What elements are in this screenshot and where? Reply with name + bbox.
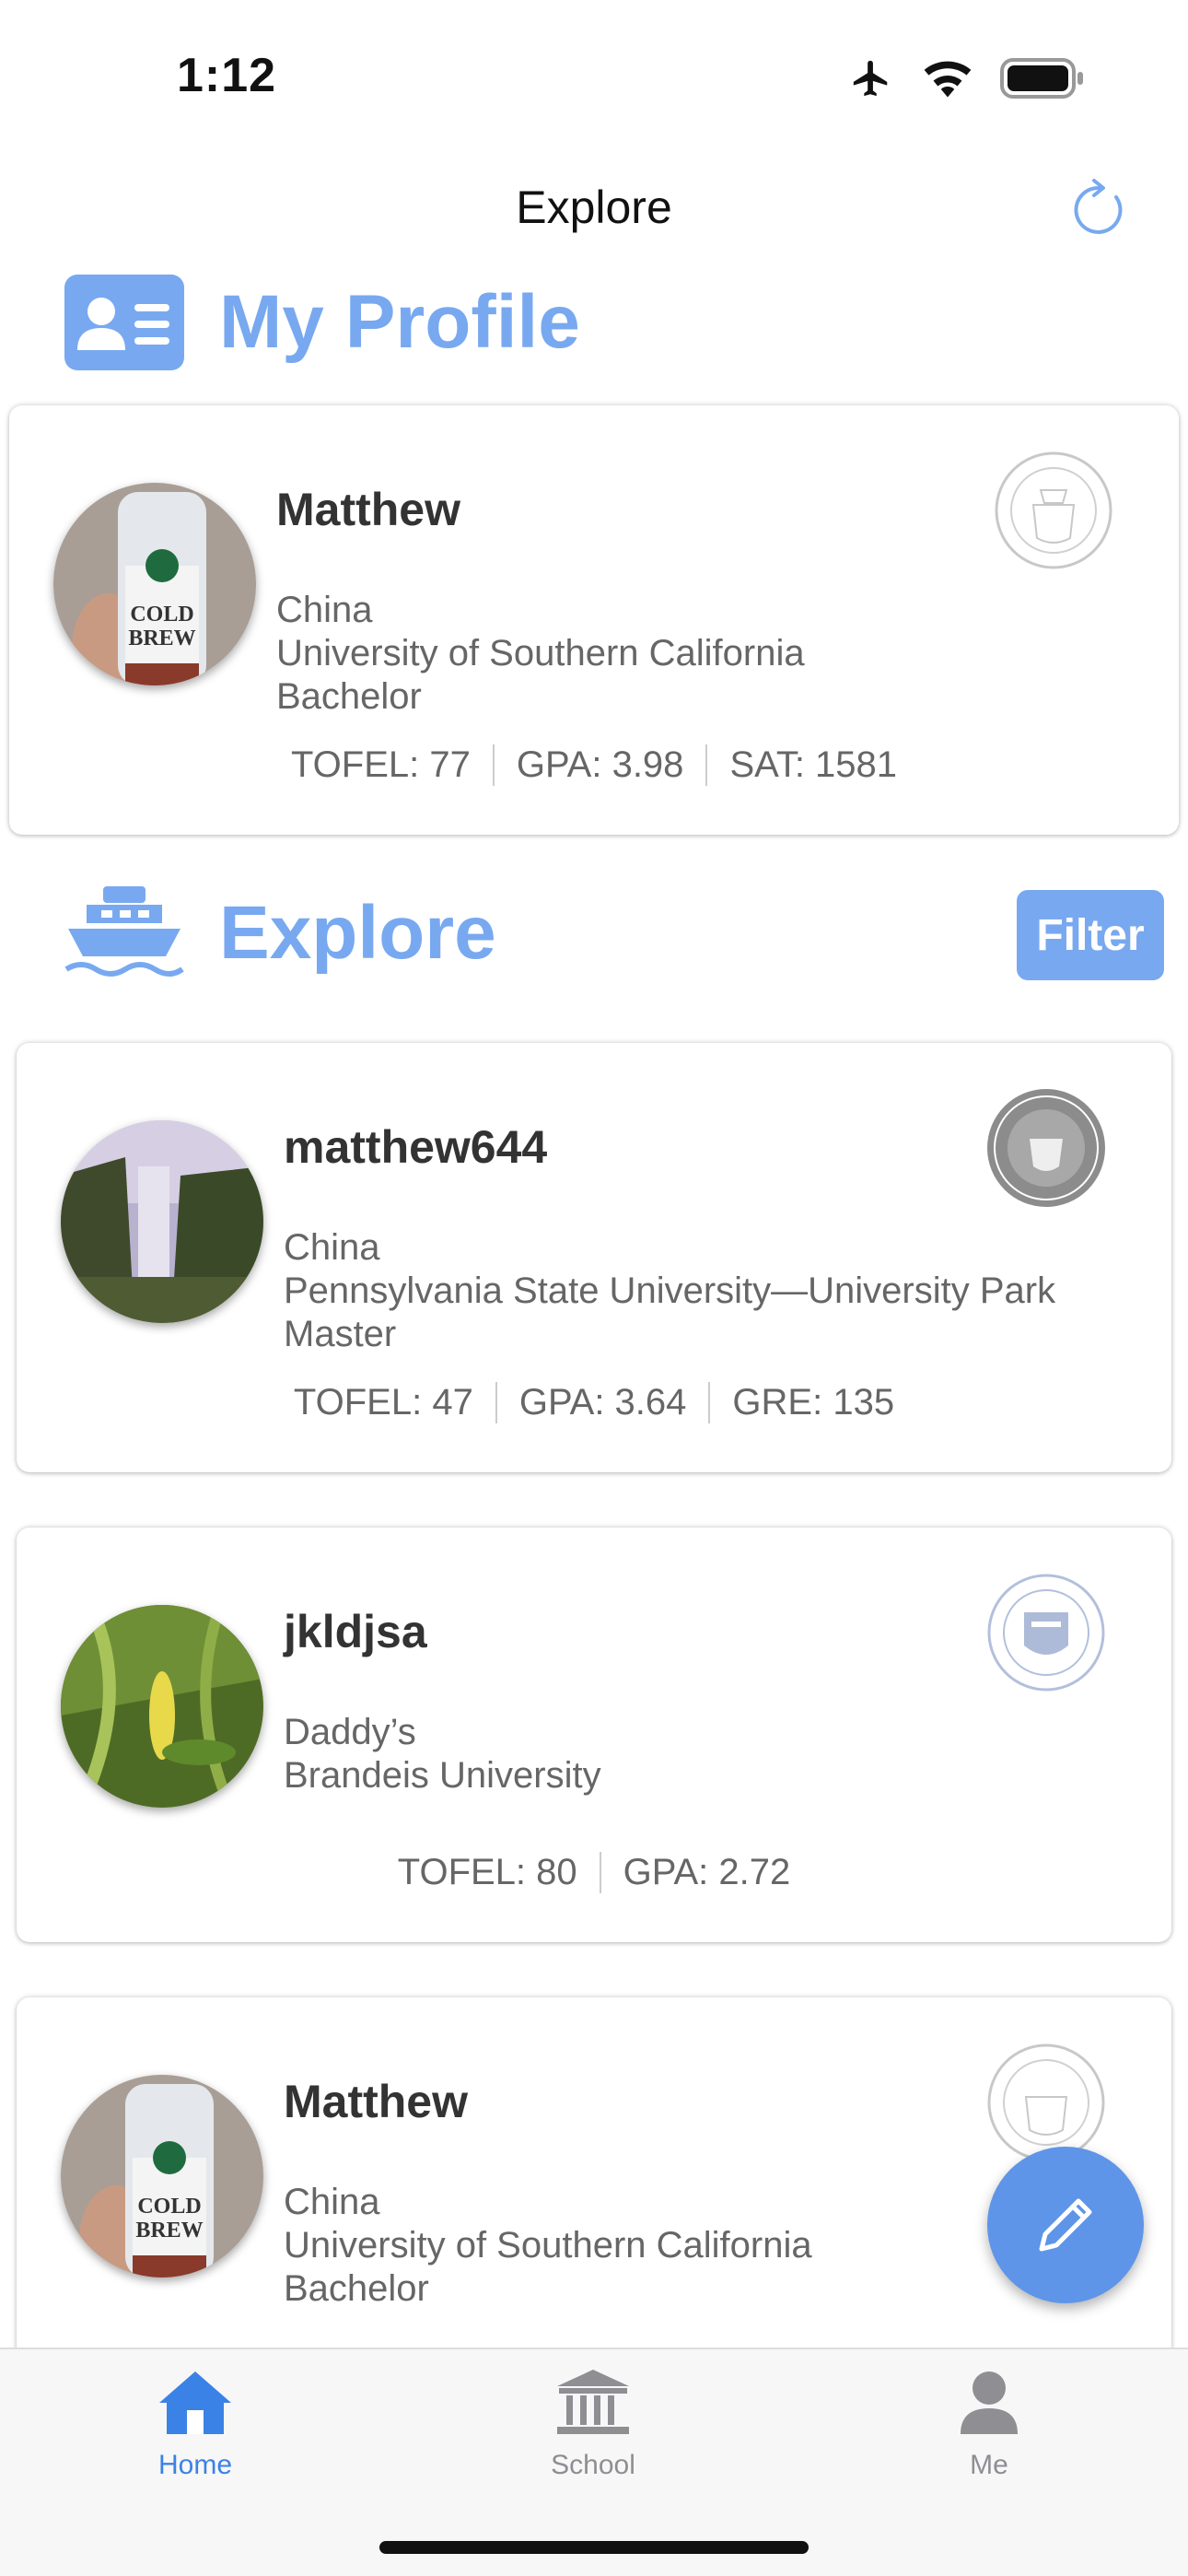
school-seal-icon (987, 2043, 1105, 2161)
nav-title: Explore (516, 181, 672, 233)
tab-school-label: School (551, 2450, 635, 2480)
explore-title: Explore (219, 891, 496, 975)
avatar: COLD BREW (53, 483, 256, 685)
stat-tofel: TOFEL: 80 (397, 1852, 577, 1892)
my-profile-title: My Profile (219, 280, 580, 364)
user-degree: Master (284, 1314, 397, 1354)
my-profile-header: My Profile (64, 275, 580, 370)
profile-degree: Bachelor (276, 676, 422, 717)
status-icons (847, 57, 1085, 100)
user-name: matthew644 (284, 1121, 548, 1173)
school-icon (557, 2370, 629, 2434)
school-seal-icon (987, 1089, 1105, 1207)
airplane-icon (853, 60, 888, 97)
home-icon (159, 2371, 231, 2434)
refresh-icon (1074, 179, 1123, 234)
school-seal-icon (987, 1574, 1105, 1692)
profile-school: University of Southern California (276, 633, 805, 673)
tab-home-label: Home (157, 2450, 233, 2480)
avatar: COLD BREW (61, 2075, 263, 2277)
stat-tofel: TOFEL: 47 (293, 1382, 473, 1423)
stat-gpa: GPA: 3.64 (495, 1382, 709, 1423)
explore-card[interactable]: jkldjsa Daddy’s Brandeis University TOFE… (17, 1528, 1171, 1942)
stat-gre: GRE: 135 (708, 1382, 916, 1423)
user-country: China (284, 2182, 380, 2222)
explore-card[interactable]: COLD BREW Matthew China University of So… (17, 1997, 1171, 2366)
profile-country: China (276, 590, 373, 630)
tab-home[interactable]: Home (103, 2368, 287, 2481)
user-name: Matthew (284, 2076, 468, 2127)
profile-card-icon (64, 275, 184, 370)
profile-name: Matthew (276, 484, 460, 535)
svg-text:BREW: BREW (128, 626, 195, 650)
compose-button[interactable] (987, 2147, 1144, 2303)
user-name: jkldjsa (284, 1606, 427, 1657)
tab-me[interactable]: Me (897, 2368, 1081, 2481)
status-time: 1:12 (177, 49, 277, 102)
wifi-icon (924, 61, 972, 98)
svg-text:BREW: BREW (135, 2219, 203, 2242)
svg-text:COLD: COLD (130, 603, 193, 626)
my-profile-card[interactable]: COLD BREW Matthew China University of So… (9, 405, 1179, 835)
user-country: China (284, 1227, 380, 1268)
stat-gpa: GPA: 2.72 (599, 1852, 813, 1893)
avatar (61, 1120, 263, 1323)
explore-card[interactable]: matthew644 China Pennsylvania State Univ… (17, 1043, 1171, 1472)
refresh-button[interactable] (1066, 177, 1133, 243)
filter-button[interactable]: Filter (1017, 890, 1164, 980)
user-school: Pennsylvania State University—University… (284, 1270, 1056, 1311)
ship-icon (64, 886, 184, 977)
status-bar: 1:12 (0, 0, 1188, 157)
stat-sat: SAT: 1581 (705, 744, 919, 786)
person-icon (961, 2371, 1018, 2434)
avatar (61, 1605, 263, 1808)
profile-stats: TOFEL: 77 GPA: 3.98 SAT: 1581 (9, 744, 1179, 786)
user-degree: Bachelor (284, 2268, 429, 2309)
explore-header: Explore (64, 883, 496, 984)
user-school: Brandeis University (284, 1755, 601, 1796)
school-seal-icon (995, 451, 1112, 569)
tab-school[interactable]: School (501, 2368, 685, 2481)
battery-icon (1000, 58, 1083, 99)
svg-text:COLD: COLD (137, 2195, 201, 2219)
tab-me-label: Me (970, 2450, 1008, 2480)
pencil-icon (1039, 2198, 1092, 2252)
stat-tofel: TOFEL: 77 (290, 744, 471, 785)
stat-gpa: GPA: 3.98 (492, 744, 706, 786)
user-stats: TOFEL: 80 GPA: 2.72 (17, 1852, 1171, 1893)
user-country: Daddy’s (284, 1712, 416, 1752)
user-school: University of Southern California (284, 2225, 812, 2266)
home-indicator[interactable] (379, 2541, 809, 2554)
user-stats: TOFEL: 47 GPA: 3.64 GRE: 135 (17, 1382, 1171, 1423)
